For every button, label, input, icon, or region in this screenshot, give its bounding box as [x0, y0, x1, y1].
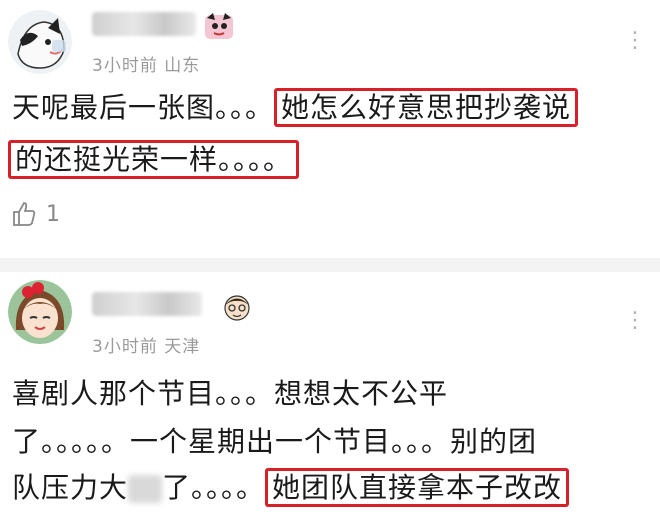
- girl-avatar[interactable]: [8, 280, 72, 344]
- anime-badge-icon: [204, 12, 234, 42]
- username-redacted[interactable]: [92, 12, 196, 36]
- more-options-icon[interactable]: ⋮: [624, 28, 646, 53]
- highlighted-text: 的还挺光荣一样。。。。: [8, 140, 300, 179]
- comment-text-line: 的还挺光荣一样。。。。: [8, 138, 300, 179]
- comment-text: 喜剧人那个节目。。。想想太不公平: [12, 377, 449, 410]
- highlighted-text: 她怎么好意思把抄袭说: [274, 88, 579, 127]
- comment-card: 3小时前 天津 ⋮ 喜剧人那个节目。。。想想太不公平 了。。。。。一个星期出一个…: [0, 272, 660, 518]
- comment-card: 3小时前 山东 ⋮ 天呢最后一张图。。。 她怎么好意思把抄袭说 的还挺光荣一样。。…: [0, 0, 660, 258]
- comment-text-line: 了。。。。。一个星期出一个节目。。。别的团: [12, 420, 537, 460]
- comment-text: 了。。。。: [162, 471, 266, 504]
- comment-text-line: 喜剧人那个节目。。。想想太不公平: [12, 372, 448, 412]
- cartoon-cat-avatar[interactable]: [8, 10, 72, 74]
- cartoon-face-badge-icon: [222, 292, 252, 322]
- comment-meta: 3小时前 山东: [92, 56, 201, 76]
- divider: [0, 258, 660, 272]
- comment-text-line: 队压力大 了。。。。 她团队直接拿本子改改: [12, 466, 570, 507]
- highlighted-text: 她团队直接拿本子改改: [265, 468, 570, 507]
- comment-meta: 3小时前 天津: [92, 337, 201, 357]
- comment-text: 了。。。。。一个星期出一个节目。。。别的团: [12, 425, 538, 458]
- redacted-character: [128, 475, 163, 503]
- thumbs-up-icon: [13, 202, 36, 226]
- like-count: 1: [46, 201, 60, 227]
- comment-text: 队压力大: [12, 471, 129, 504]
- comment-text: 天呢最后一张图。。。: [12, 91, 275, 124]
- comment-text-line: 天呢最后一张图。。。 她怎么好意思把抄袭说: [12, 86, 579, 127]
- like-button[interactable]: 1: [10, 200, 60, 228]
- more-options-icon[interactable]: ⋮: [624, 308, 646, 333]
- username-redacted[interactable]: [92, 292, 202, 316]
